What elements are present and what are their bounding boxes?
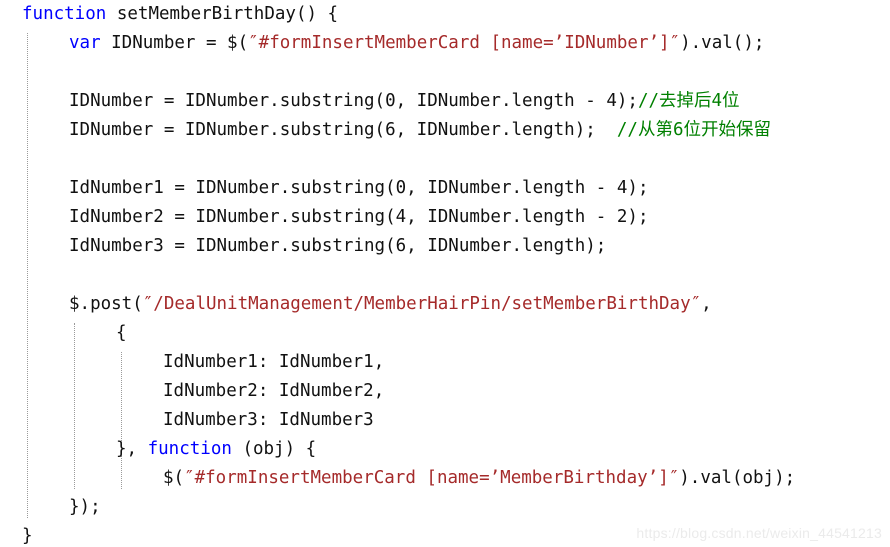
code-line[interactable]: IdNumber2 = IDNumber.substring(4, IDNumb… — [0, 203, 890, 232]
code-token: //去掉后4位 — [637, 91, 740, 111]
code-token: }); — [69, 497, 101, 517]
code-token: , — [701, 294, 712, 314]
code-token: var — [69, 33, 101, 53]
code-token: IdNumber3 = IDNumber.substring(6, IDNumb… — [69, 236, 607, 256]
code-token: function — [147, 439, 232, 459]
code-screenshot: function setMemberBirthDay() {var IDNumb… — [0, 0, 890, 547]
code-line[interactable]: { — [0, 319, 890, 348]
code-line[interactable]: var IDNumber = $(″#formInsertMemberCard … — [0, 29, 890, 58]
code-token: //从第6位开始保留 — [616, 120, 771, 140]
code-token: ).val(); — [680, 33, 765, 53]
code-line[interactable]: $.post(″/DealUnitManagement/MemberHairPi… — [0, 290, 890, 319]
code-token: IDNumber = IDNumber.substring(6, IDNumbe… — [69, 120, 617, 140]
code-line[interactable]: IdNumber3: IdNumber3 — [0, 406, 890, 435]
code-token: IdNumber1: IdNumber1, — [163, 352, 385, 372]
code-line[interactable]: IdNumber1: IdNumber1, — [0, 348, 890, 377]
csdn-watermark: https://blog.csdn.net/weixin_44541213 — [636, 525, 882, 541]
code-token: IDNumber = $( — [100, 33, 249, 53]
code-token: IDNumber = IDNumber.substring(0, IDNumbe… — [69, 91, 638, 111]
code-token: ″#formInsertMemberCard [name=’IDNumber’]… — [248, 33, 681, 53]
code-token: IdNumber2 = IDNumber.substring(4, IDNumb… — [69, 207, 649, 227]
code-line[interactable] — [0, 261, 890, 290]
code-line[interactable]: IdNumber2: IdNumber2, — [0, 377, 890, 406]
code-token: ″/DealUnitManagement/MemberHairPin/setMe… — [142, 294, 702, 314]
code-token: IdNumber2: IdNumber2, — [163, 381, 385, 401]
code-token: ″#formInsertMemberCard [name=’MemberBirt… — [184, 468, 680, 488]
code-token: setMemberBirthDay() { — [106, 4, 339, 24]
code-line[interactable] — [0, 145, 890, 174]
code-line[interactable]: function setMemberBirthDay() { — [0, 0, 890, 29]
code-line[interactable]: IdNumber3 = IDNumber.substring(6, IDNumb… — [0, 232, 890, 261]
code-token: (obj) { — [231, 439, 317, 459]
code-token: } — [22, 526, 33, 546]
code-line[interactable]: $(″#formInsertMemberCard [name=’MemberBi… — [0, 464, 890, 493]
code-line[interactable]: IDNumber = IDNumber.substring(0, IDNumbe… — [0, 87, 890, 116]
code-token: ).val(obj); — [679, 468, 796, 488]
code-line[interactable] — [0, 58, 890, 87]
code-block[interactable]: function setMemberBirthDay() {var IDNumb… — [0, 0, 890, 547]
code-line[interactable]: }, function (obj) { — [0, 435, 890, 464]
code-line[interactable]: IdNumber1 = IDNumber.substring(0, IDNumb… — [0, 174, 890, 203]
code-token: $( — [163, 468, 185, 488]
code-line[interactable]: IDNumber = IDNumber.substring(6, IDNumbe… — [0, 116, 890, 145]
code-token: IdNumber3: IdNumber3 — [163, 410, 374, 430]
code-token: function — [22, 4, 107, 24]
code-token: }, — [116, 439, 148, 459]
code-token: { — [116, 323, 127, 343]
code-token: $.post( — [69, 294, 143, 314]
code-token: IdNumber1 = IDNumber.substring(0, IDNumb… — [69, 178, 649, 198]
code-line[interactable]: }); — [0, 493, 890, 522]
